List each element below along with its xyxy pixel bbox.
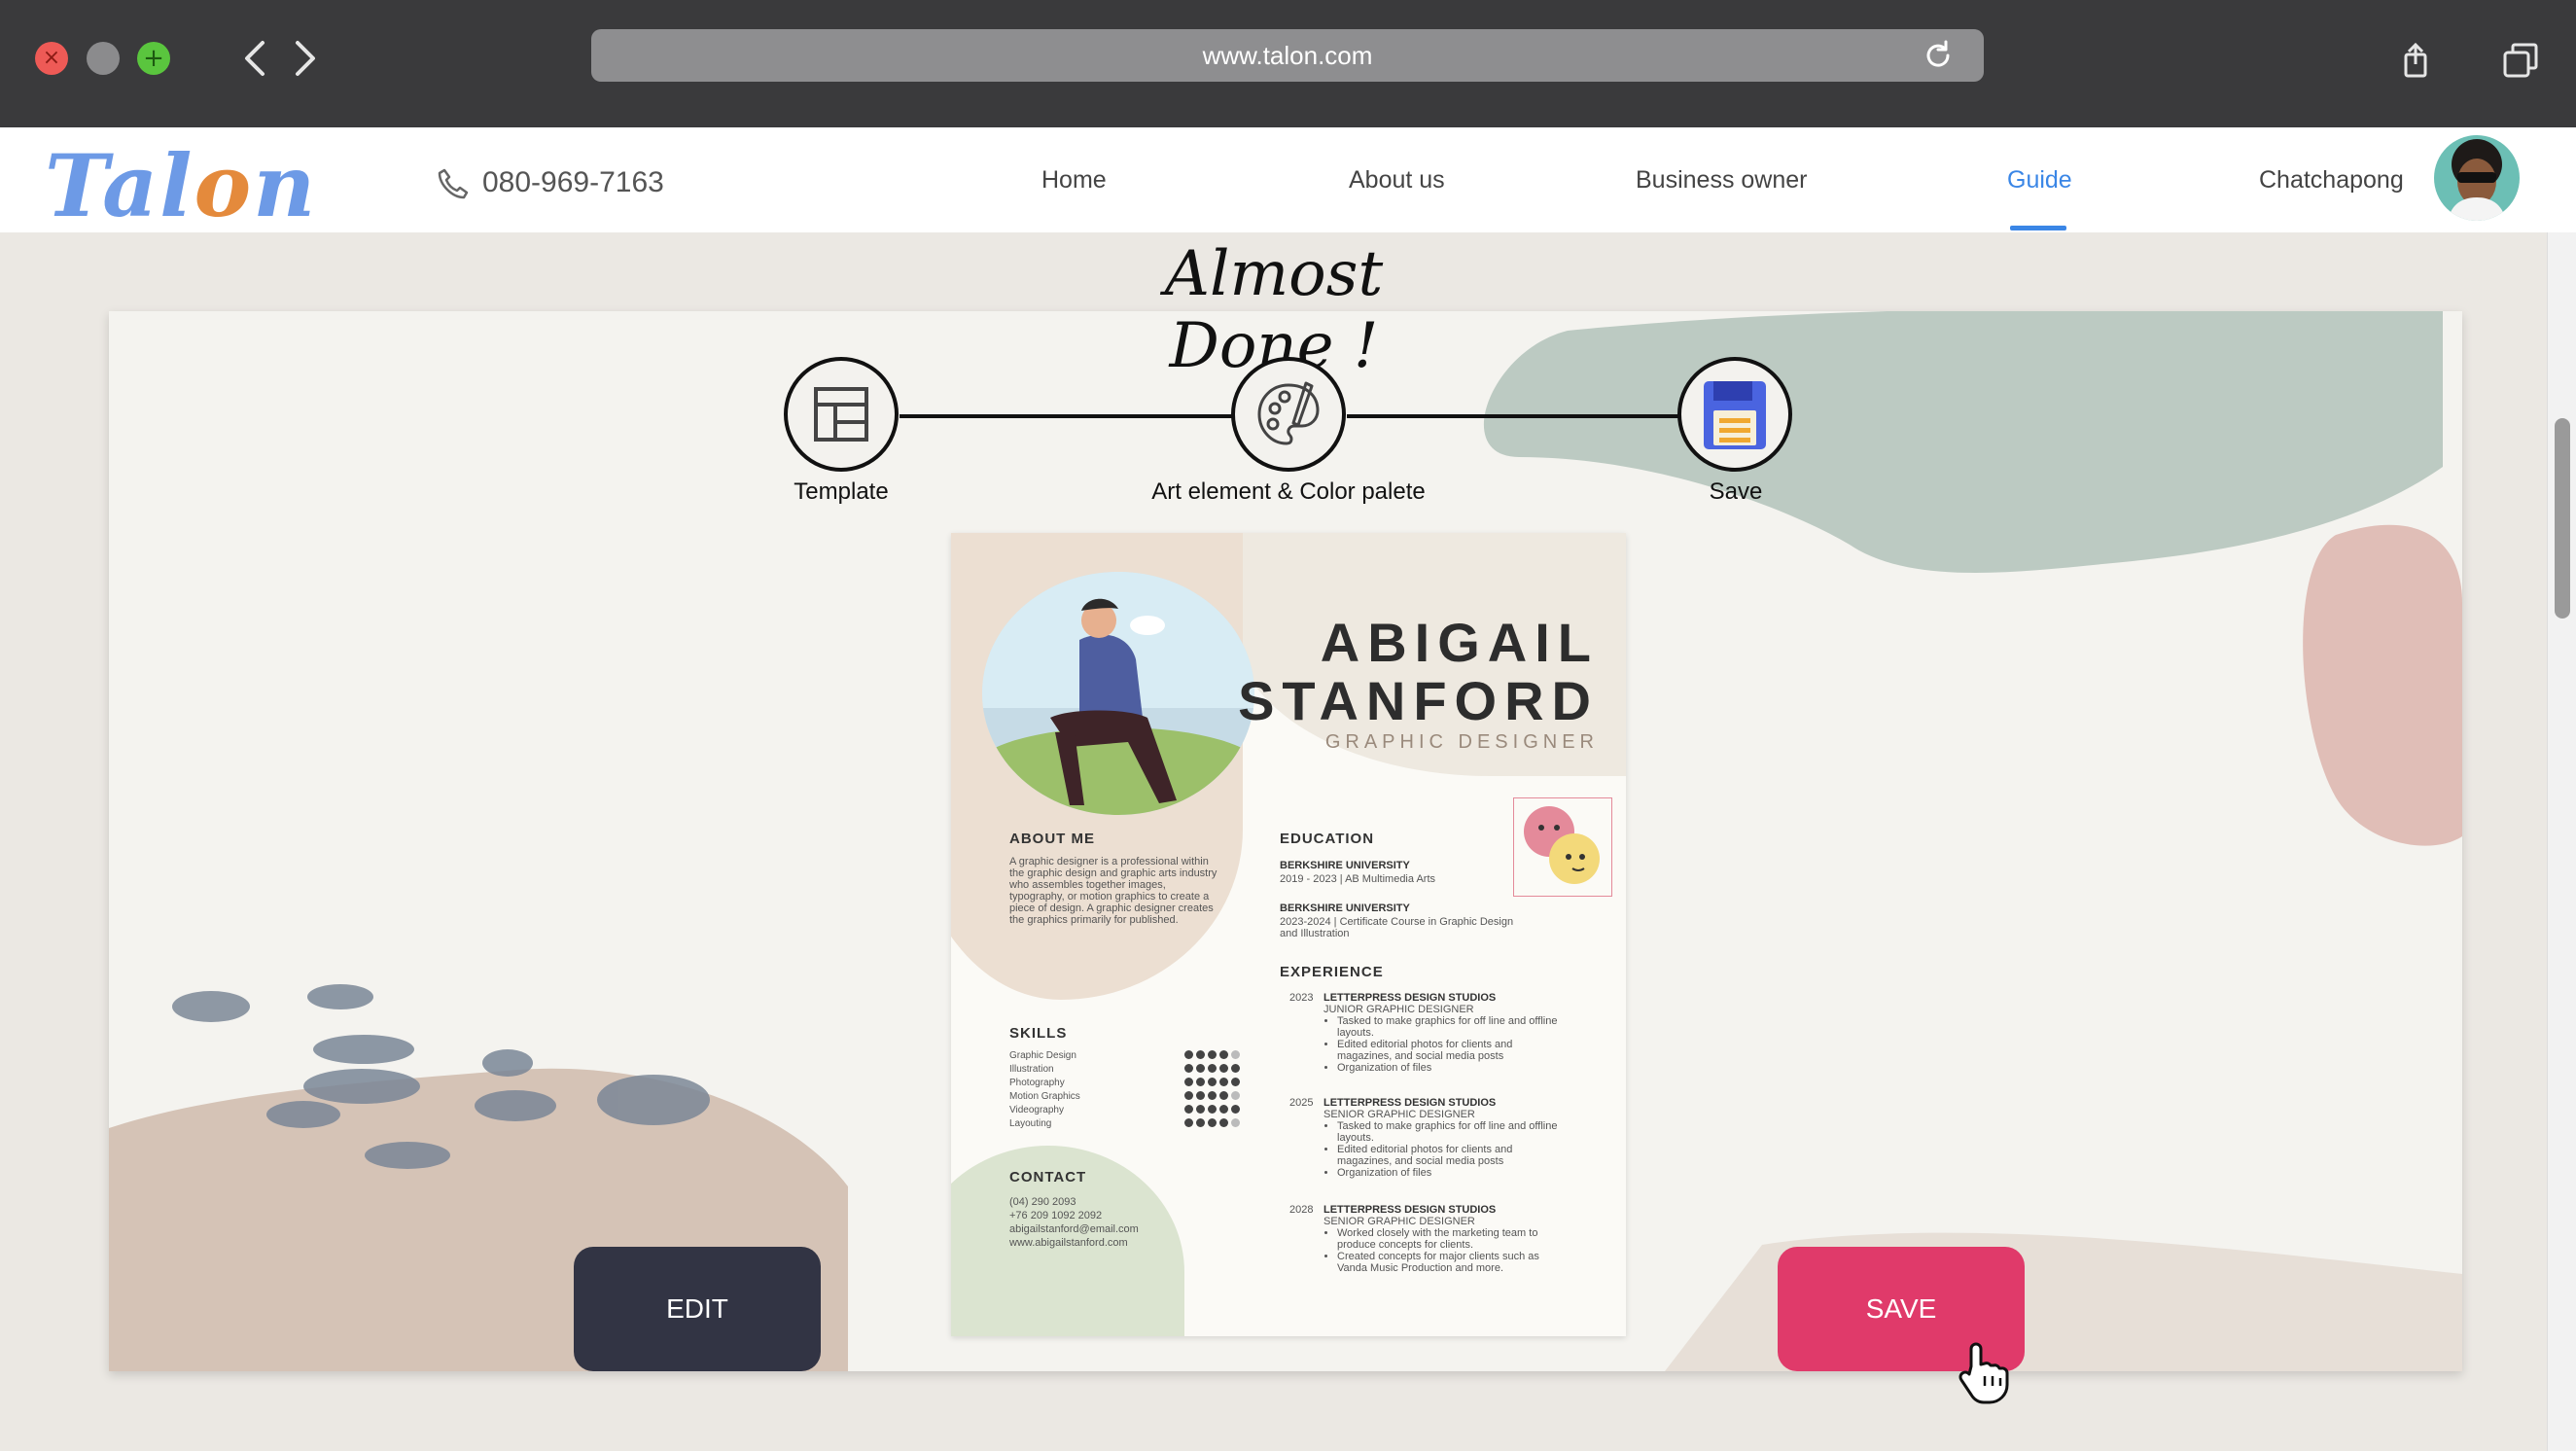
back-arrow-icon[interactable] — [233, 35, 276, 82]
resume-role: GRAPHIC DESIGNER — [1324, 731, 1599, 753]
forward-arrow-icon[interactable] — [284, 35, 327, 82]
nav-home[interactable]: Home — [1041, 166, 1107, 195]
close-icon: × — [42, 46, 61, 70]
nav-user-name[interactable]: Chatchapong — [2259, 166, 2404, 195]
resume-first-name: ABIGAIL — [1320, 612, 1599, 673]
nav-guide[interactable]: Guide — [2007, 166, 2072, 195]
step-art-element[interactable] — [1231, 357, 1346, 472]
close-window-button[interactable]: × — [35, 42, 68, 75]
pointer-hand-icon — [1958, 1342, 2009, 1404]
skill-row: Motion Graphics — [1009, 1091, 1240, 1102]
step-save-label: Save — [1709, 478, 1763, 505]
phone-icon — [438, 168, 469, 199]
browser-toolbar: × + www.talon.com — [0, 0, 2576, 127]
resume-education-heading: EDUCATION — [1280, 831, 1375, 847]
resume-about-text: A graphic designer is a professional wit… — [1009, 856, 1217, 926]
fullscreen-window-button[interactable]: + — [137, 42, 170, 75]
nav-business-owner[interactable]: Business owner — [1636, 166, 1807, 195]
sticker-art-element[interactable] — [1513, 797, 1612, 897]
share-icon[interactable] — [2396, 41, 2435, 80]
contact-mobile: +76 209 1092 2092 — [1009, 1210, 1103, 1221]
layout-template-icon — [814, 387, 868, 442]
reload-icon[interactable] — [1922, 39, 1955, 72]
resume-preview: ABIGAIL STANFORD GRAPHIC DESIGNER ABOUT … — [951, 533, 1626, 1336]
step-template-label: Template — [794, 478, 889, 505]
avatar[interactable] — [2434, 135, 2520, 221]
experience-title: JUNIOR GRAPHIC DESIGNER — [1323, 1004, 1474, 1015]
minimize-window-button[interactable] — [87, 42, 120, 75]
experience-bullets: Worked closely with the marketing team t… — [1323, 1227, 1561, 1274]
user-avatar-icon — [2448, 139, 2506, 221]
contact-website: www.abigailstanford.com — [1009, 1237, 1128, 1249]
experience-bullets: Tasked to make graphics for off line and… — [1323, 1120, 1561, 1179]
tabs-overview-icon[interactable] — [2501, 41, 2540, 80]
page-scrollbar[interactable] — [2547, 232, 2576, 1451]
experience-year: 2023 — [1289, 992, 1314, 1004]
contact-phone: (04) 290 2093 — [1009, 1196, 1076, 1208]
resume-contact-heading: CONTACT — [1009, 1169, 1087, 1186]
step-save[interactable] — [1677, 357, 1792, 472]
resume-about-heading: ABOUT ME — [1009, 831, 1095, 847]
edit-button[interactable]: EDIT — [574, 1247, 821, 1371]
resume-experience-heading: EXPERIENCE — [1280, 964, 1384, 980]
active-nav-indicator — [2010, 226, 2066, 230]
step-connector — [900, 414, 1232, 418]
experience-company: LETTERPRESS DESIGN STUDIOS — [1323, 992, 1497, 1004]
site-header: Talon 080-969-7163 Home About us Busines… — [0, 127, 2576, 236]
experience-title: SENIOR GRAPHIC DESIGNER — [1323, 1216, 1475, 1227]
experience-title: SENIOR GRAPHIC DESIGNER — [1323, 1109, 1475, 1120]
education-detail: 2023-2024 | Certificate Course in Graphi… — [1280, 916, 1514, 939]
step-art-element-label: Art element & Color palete — [1151, 478, 1426, 505]
resume-skills-heading: SKILLS — [1009, 1025, 1068, 1042]
skill-row: Videography — [1009, 1105, 1240, 1115]
palette-icon — [1257, 381, 1320, 445]
step-template[interactable] — [784, 357, 899, 472]
sitting-person-illustration — [982, 572, 1254, 815]
education-school: BERKSHIRE UNIVERSITY — [1280, 902, 1410, 914]
experience-company: LETTERPRESS DESIGN STUDIOS — [1323, 1097, 1497, 1109]
floppy-disk-icon — [1704, 381, 1766, 449]
experience-year: 2028 — [1289, 1204, 1314, 1216]
education-school: BERKSHIRE UNIVERSITY — [1280, 860, 1410, 871]
url-text: www.talon.com — [1202, 41, 1373, 70]
scrollbar-thumb[interactable] — [2555, 418, 2570, 619]
address-bar[interactable]: www.talon.com — [591, 29, 1984, 82]
education-detail: 2019 - 2023 | AB Multimedia Arts — [1280, 873, 1435, 885]
experience-company: LETTERPRESS DESIGN STUDIOS — [1323, 1204, 1497, 1216]
skill-row: Layouting — [1009, 1118, 1240, 1129]
skill-row: Graphic Design — [1009, 1050, 1240, 1061]
talon-logo[interactable]: Talon — [45, 135, 317, 236]
experience-bullets: Tasked to make graphics for off line and… — [1323, 1015, 1561, 1074]
experience-year: 2025 — [1289, 1097, 1314, 1109]
step-connector — [1347, 414, 1679, 418]
skill-row: Illustration — [1009, 1064, 1240, 1075]
resume-illustration — [982, 572, 1254, 815]
nav-about-us[interactable]: About us — [1349, 166, 1445, 195]
contact-email: abigailstanford@email.com — [1009, 1223, 1139, 1235]
skill-row: Photography — [1009, 1078, 1240, 1088]
plus-icon: + — [143, 44, 164, 73]
resume-last-name: STANFORD — [1238, 670, 1599, 731]
